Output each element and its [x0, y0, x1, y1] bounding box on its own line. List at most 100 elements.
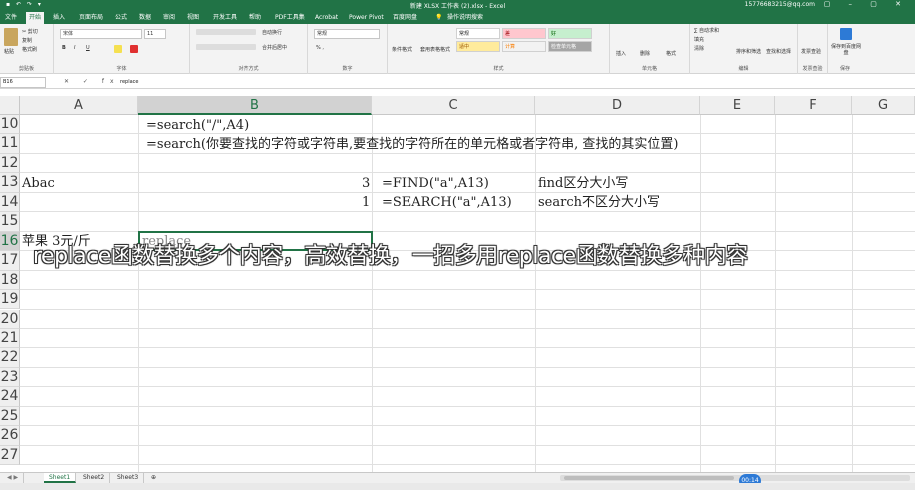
column-header-d[interactable]: D	[535, 96, 700, 115]
row-header-11[interactable]: 11	[0, 134, 20, 154]
account-name[interactable]: 15776683215@qq.com	[745, 1, 815, 8]
column-header-g[interactable]: G	[852, 96, 915, 115]
row-header-13[interactable]: 13	[0, 173, 20, 193]
paste-icon[interactable]	[4, 28, 18, 46]
cell-b14[interactable]: 1	[362, 193, 370, 212]
cloud-save-icon[interactable]	[840, 28, 852, 40]
fill-button[interactable]: 填充	[694, 36, 704, 43]
align-left-icon[interactable]	[196, 44, 256, 50]
save-to-baidu-button[interactable]: 保存到百度网盘	[830, 44, 862, 56]
insert-cells-button[interactable]: 插入	[616, 50, 626, 57]
tab-home[interactable]: 开始	[26, 12, 45, 24]
tab-review[interactable]: 审阅	[160, 12, 178, 24]
paste-button[interactable]: 粘贴	[4, 48, 14, 55]
conditional-format-button[interactable]: 条件格式	[392, 46, 412, 53]
tab-help[interactable]: 帮助	[246, 12, 264, 24]
align-top-icon[interactable]	[196, 29, 256, 35]
bold-button[interactable]: B	[62, 45, 66, 51]
fill-color-icon[interactable]	[114, 45, 122, 53]
cell-c14[interactable]: =SEARCH("a",A13)	[382, 193, 512, 212]
style-calculation[interactable]: 计算	[502, 41, 546, 52]
select-all-corner[interactable]	[0, 96, 20, 115]
name-box[interactable]: B16	[0, 77, 46, 88]
add-sheet-icon[interactable]: ⊕	[146, 473, 161, 483]
sheet-tab-2[interactable]: Sheet2	[78, 473, 111, 483]
cell-b11[interactable]: =search(你要查找的字符或字符串,要查找的字符所在的单元格或者字符串, 查…	[146, 135, 678, 154]
font-color-icon[interactable]	[130, 45, 138, 53]
percent-style-button[interactable]: % ,	[316, 45, 324, 51]
tab-view[interactable]: 视图	[184, 12, 202, 24]
row-header-15[interactable]: 15	[0, 212, 20, 232]
scrollbar-thumb[interactable]	[564, 476, 734, 480]
column-header-b[interactable]: B	[138, 96, 372, 115]
row-header-16[interactable]: 16	[0, 231, 20, 252]
row-header-26[interactable]: 26	[0, 426, 20, 446]
invoice-check-button[interactable]: 发票查验	[801, 48, 821, 55]
clear-button[interactable]: 清除	[694, 45, 704, 52]
column-header-c[interactable]: C	[372, 96, 535, 115]
tab-page-layout[interactable]: 页面布局	[76, 12, 106, 24]
sort-filter-button[interactable]: 排序和筛选	[736, 48, 761, 55]
row-header-22[interactable]: 22	[0, 348, 20, 368]
cell-a13[interactable]: Abac	[22, 174, 55, 193]
style-neutral[interactable]: 适中	[456, 41, 500, 52]
cell-c13[interactable]: =FIND("a",A13)	[382, 174, 489, 193]
italic-button[interactable]: I	[74, 45, 75, 51]
row-header-20[interactable]: 20	[0, 309, 20, 329]
window-controls[interactable]: ▢ – ▢ ✕	[824, 0, 909, 8]
tab-data[interactable]: 数据	[136, 12, 154, 24]
style-bad[interactable]: 差	[502, 28, 546, 39]
copy-button[interactable]: 复制	[22, 37, 32, 44]
tab-formulas[interactable]: 公式	[112, 12, 130, 24]
row-header-10[interactable]: 10	[0, 115, 20, 135]
format-as-table-button[interactable]: 套用表格格式	[420, 46, 450, 53]
row-header-25[interactable]: 25	[0, 406, 20, 427]
cell-b10[interactable]: =search("/",A4)	[146, 116, 249, 135]
cell-d14[interactable]: search不区分大小写	[538, 193, 660, 212]
tab-acrobat[interactable]: Acrobat	[312, 12, 341, 24]
delete-cells-button[interactable]: 删除	[640, 50, 650, 57]
cell-d13[interactable]: find区分大小写	[538, 174, 628, 193]
sheet-nav-arrows[interactable]: ◀ ▶	[2, 473, 25, 483]
row-header-27[interactable]: 27	[0, 445, 20, 466]
column-header-e[interactable]: E	[700, 96, 775, 115]
tab-developer[interactable]: 开发工具	[210, 12, 240, 24]
format-cells-button[interactable]: 格式	[666, 50, 676, 57]
row-header-18[interactable]: 18	[0, 270, 20, 291]
tab-insert[interactable]: 插入	[50, 12, 68, 24]
row-header-23[interactable]: 23	[0, 367, 20, 388]
row-header-21[interactable]: 21	[0, 328, 20, 349]
row-header-19[interactable]: 19	[0, 290, 20, 310]
formula-buttons[interactable]: ✕ ✓ fx	[64, 78, 120, 85]
format-painter-button[interactable]: 格式刷	[22, 46, 37, 53]
sheet-tab-3[interactable]: Sheet3	[112, 473, 145, 483]
wrap-text-button[interactable]: 自动换行	[262, 29, 282, 36]
style-normal[interactable]: 常规	[456, 28, 500, 39]
row-header-14[interactable]: 14	[0, 192, 20, 213]
tell-me-search[interactable]: 操作说明搜索	[444, 12, 486, 24]
column-header-f[interactable]: F	[775, 96, 852, 115]
sheet-tab-1[interactable]: Sheet1	[44, 473, 77, 483]
formula-input[interactable]: replace	[118, 77, 915, 88]
tab-baidu-netdisk[interactable]: 百度网盘	[390, 12, 420, 24]
autosum-button[interactable]: ∑ 自动求和	[694, 27, 719, 34]
font-size-select[interactable]: 11	[144, 29, 166, 39]
row-gridline	[20, 386, 915, 388]
style-check-cell[interactable]: 检查单元格	[548, 41, 592, 52]
tab-pdf-tools[interactable]: PDF工具集	[272, 12, 308, 24]
underline-button[interactable]: U	[86, 45, 90, 51]
column-header-a[interactable]: A	[20, 96, 138, 115]
style-good[interactable]: 好	[548, 28, 592, 39]
row-header-12[interactable]: 12	[0, 153, 20, 174]
cut-button[interactable]: ✂ 剪切	[22, 28, 38, 35]
find-select-button[interactable]: 查找和选择	[766, 48, 791, 55]
tab-power-pivot[interactable]: Power Pivot	[346, 12, 387, 24]
horizontal-scrollbar[interactable]	[560, 475, 910, 481]
row-header-17[interactable]: 17	[0, 251, 20, 271]
row-header-24[interactable]: 24	[0, 387, 20, 407]
merge-center-button[interactable]: 合并后居中	[262, 44, 287, 51]
tab-file[interactable]: 文件	[2, 12, 20, 24]
font-name-select[interactable]: 宋体	[60, 29, 142, 39]
cell-b13[interactable]: 3	[362, 174, 370, 193]
number-format-select[interactable]: 常规	[314, 29, 380, 39]
